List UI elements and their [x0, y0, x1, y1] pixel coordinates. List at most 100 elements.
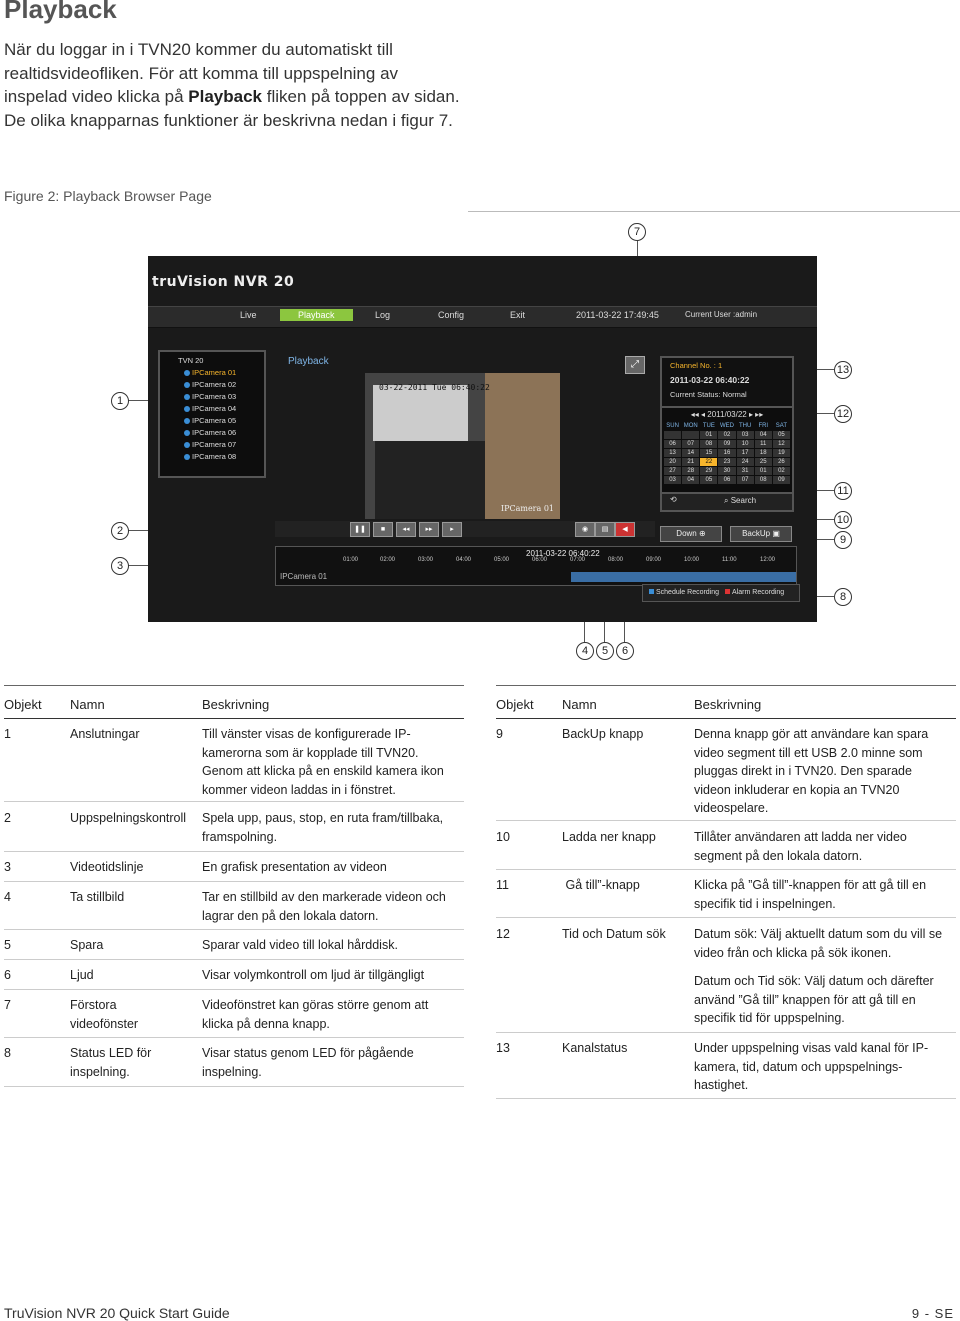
fullscreen-button[interactable]: ⤢ [625, 356, 645, 374]
calendar-day[interactable]: 27 [664, 467, 682, 475]
calendar-day[interactable]: 20 [664, 458, 682, 466]
calendar-day[interactable]: 09 [718, 440, 736, 448]
row-obj: 12 [496, 927, 510, 941]
calendar-day[interactable]: 31 [736, 467, 754, 475]
download-button[interactable]: Down ⊕ [660, 526, 722, 542]
calendar-month: ◂◂ ◂ 2011/03/22 ▸ ▸▸ [690, 410, 764, 419]
calendar-day[interactable]: 13 [664, 449, 682, 457]
calendar-day[interactable]: 04 [754, 431, 772, 439]
nav-exit[interactable]: Exit [510, 310, 525, 320]
calendar-day[interactable]: 12 [772, 440, 790, 448]
calendar-day[interactable] [664, 431, 682, 439]
row-obj: 9 [496, 727, 503, 741]
backup-button[interactable]: BackUp ▣ [730, 526, 792, 542]
calendar-day[interactable]: 29 [700, 467, 718, 475]
calendar-weekday: TUE [702, 423, 715, 429]
goto-button[interactable]: ⟲ [670, 495, 677, 504]
calendar-day[interactable]: 18 [754, 449, 772, 457]
camera-item[interactable]: IPCamera 08 [184, 452, 236, 461]
calendar-day[interactable]: 05 [700, 476, 718, 484]
calendar-day[interactable]: 08 [700, 440, 718, 448]
pause-button[interactable]: ❚❚ [350, 522, 370, 537]
row-obj: 7 [4, 998, 11, 1012]
header-objekt: Objekt [4, 697, 42, 712]
calendar-day[interactable]: 03 [664, 476, 682, 484]
calendar-day[interactable]: 09 [772, 476, 790, 484]
callout-1: 1 [111, 392, 129, 410]
footer-title: TruVision NVR 20 Quick Start Guide [4, 1305, 230, 1321]
video-timestamp: 03-22-2011 Tue 06:40:22 [379, 383, 490, 392]
calendar[interactable]: ◂◂ ◂ 2011/03/22 ▸ ▸▸ SUN MON TUE WED THU FRI S… [660, 406, 794, 494]
speaker-icon: ◀ [622, 526, 628, 533]
playback-panel-title: Playback [288, 356, 329, 367]
search-icon: ⌕ [724, 496, 729, 505]
camera-item[interactable]: IPCamera 02 [184, 380, 236, 389]
snapshot-button[interactable]: ◉ [575, 522, 595, 537]
camera-item[interactable]: IPCamera 05 [184, 416, 236, 425]
search-button[interactable]: ⌕ Search [724, 496, 756, 506]
calendar-day[interactable]: 06 [718, 476, 736, 484]
camera-item[interactable]: IPCamera 01 [184, 368, 236, 377]
calendar-day[interactable]: 06 [664, 440, 682, 448]
calendar-day[interactable]: 14 [682, 449, 700, 457]
video-test-chart [373, 385, 468, 441]
calendar-day[interactable]: 21 [682, 458, 700, 466]
nav-config[interactable]: Config [438, 310, 464, 320]
calendar-day[interactable]: 07 [736, 476, 754, 484]
calendar-day[interactable]: 26 [772, 458, 790, 466]
calendar-day[interactable]: 19 [772, 449, 790, 457]
camera-item[interactable]: IPCamera 03 [184, 392, 236, 401]
calendar-day[interactable]: 22 [700, 458, 718, 466]
save-button[interactable]: ▤ [595, 522, 615, 537]
forward-button[interactable]: ▸▸ [419, 522, 439, 537]
calendar-day[interactable]: 11 [754, 440, 772, 448]
row-obj: 4 [4, 890, 11, 904]
calendar-day[interactable]: 03 [736, 431, 754, 439]
schedule-swatch [649, 589, 654, 594]
calendar-day[interactable]: 28 [682, 467, 700, 475]
video-window[interactable]: 03-22-2011 Tue 06:40:22 IPCamera 01 [365, 373, 560, 519]
audio-button[interactable]: ◀ [615, 522, 635, 537]
calendar-day[interactable]: 05 [772, 431, 790, 439]
header-rule [4, 718, 464, 719]
row-name: Ljud [70, 968, 94, 982]
row-desc: Tillåter användaren att ladda ner video … [694, 830, 907, 863]
row-rule [4, 1086, 464, 1087]
row-rule [4, 1037, 464, 1038]
calendar-grid[interactable]: SUN MON TUE WED THU FRI SAT 01 02 03 04 05 06 07 08 09 1… [664, 422, 790, 484]
calendar-day[interactable]: 24 [736, 458, 754, 466]
calendar-day[interactable]: 08 [754, 476, 772, 484]
rewind-button[interactable]: ◂◂ [396, 522, 416, 537]
nav-live[interactable]: Live [240, 310, 257, 320]
camera-item[interactable]: IPCamera 04 [184, 404, 236, 413]
calendar-day[interactable]: 01 [700, 431, 718, 439]
video-timeline[interactable]: 2011-03-22 06:40:22 01:00 02:00 03:00 04… [275, 546, 797, 586]
header-namn: Namn [562, 697, 597, 712]
row-desc-2: Datum och Tid sök: Välj datum och däreft… [694, 974, 934, 1025]
camera-item[interactable]: IPCamera 07 [184, 440, 236, 449]
calendar-day[interactable]: 30 [718, 467, 736, 475]
calendar-day[interactable]: 15 [700, 449, 718, 457]
row-obj: 10 [496, 830, 510, 844]
calendar-day[interactable]: 25 [754, 458, 772, 466]
camera-item[interactable]: IPCamera 06 [184, 428, 236, 437]
nav-playback[interactable]: Playback [280, 309, 353, 321]
calendar-day[interactable]: 23 [718, 458, 736, 466]
figure-caption: Figure 2: Playback Browser Page [4, 188, 212, 204]
calendar-day[interactable]: 01 [754, 467, 772, 475]
play-button[interactable]: ▸ [442, 522, 462, 537]
calendar-day[interactable]: 17 [736, 449, 754, 457]
row-obj: 11 [496, 878, 509, 892]
row-desc: Spela upp, paus, stop, en ruta fram/till… [202, 811, 444, 844]
calendar-day[interactable]: 04 [682, 476, 700, 484]
calendar-day[interactable]: 16 [718, 449, 736, 457]
calendar-day[interactable]: 07 [682, 440, 700, 448]
calendar-day[interactable]: 02 [772, 467, 790, 475]
tree-root[interactable]: TVN 20 [178, 356, 203, 365]
calendar-day[interactable]: 02 [718, 431, 736, 439]
calendar-day[interactable] [682, 431, 700, 439]
calendar-day[interactable]: 10 [736, 440, 754, 448]
nav-log[interactable]: Log [375, 310, 390, 320]
stop-button[interactable]: ■ [373, 522, 393, 537]
table-top-rule [496, 685, 956, 686]
